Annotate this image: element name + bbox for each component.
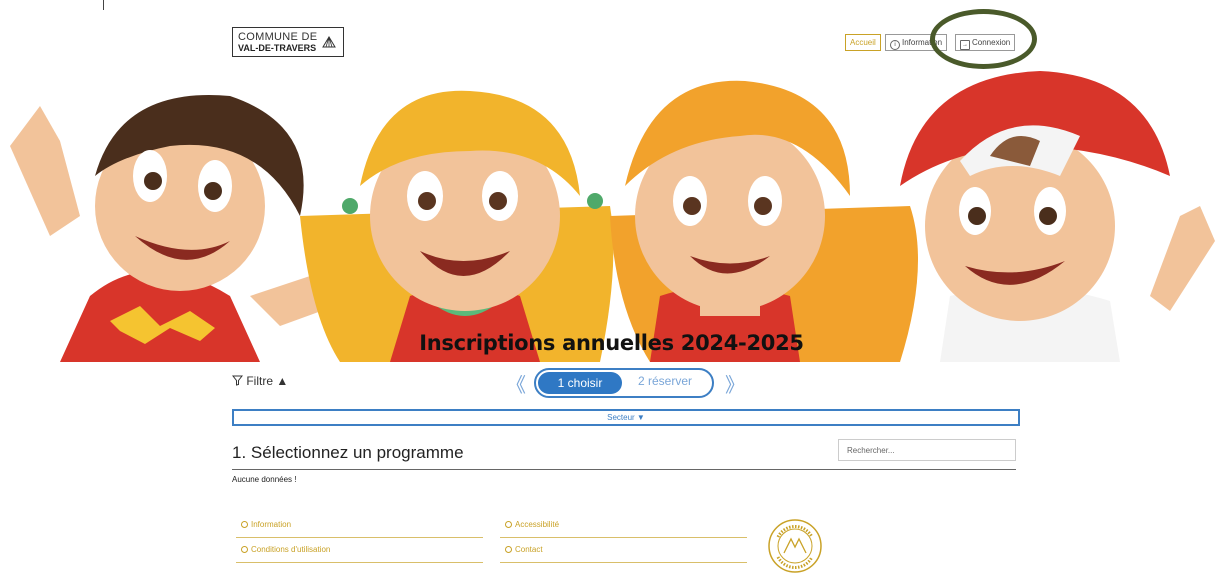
circle-arrow-icon (505, 521, 512, 528)
footer-divider (500, 537, 747, 538)
step-reserve[interactable]: 2 réserver (638, 374, 692, 388)
footer-link-contact[interactable]: Contact (505, 543, 543, 557)
footer-divider (500, 562, 747, 563)
footer-link-information[interactable]: Information (241, 518, 291, 532)
quality-label-badge (768, 519, 822, 573)
footer-terms-label: Conditions d'utilisation (251, 545, 331, 554)
search-input[interactable] (838, 439, 1016, 461)
footer-divider (236, 537, 483, 538)
commune-logo[interactable]: COMMUNE DE VAL-DE-TRAVERS (232, 27, 344, 57)
highlight-circle (930, 9, 1037, 69)
kids-illustration (10, 71, 1215, 362)
next-step-button[interactable]: 》 (725, 369, 745, 398)
circle-arrow-icon (505, 546, 512, 553)
section-divider (232, 469, 1016, 470)
footer-link-accessibility[interactable]: Accessibilité (505, 518, 559, 532)
filter-toggle[interactable]: Filtre ▲ (231, 374, 289, 388)
logo-line-1: COMMUNE DE (238, 31, 318, 43)
footer-divider (236, 562, 483, 563)
section-heading: 1. Sélectionnez un programme (232, 443, 464, 462)
empty-message: Aucune données ! (232, 475, 297, 484)
kid-1-illustration (10, 95, 335, 362)
page-title: Inscriptions annuelles 2024-2025 (419, 331, 804, 355)
kids-banner-image (0, 66, 1223, 362)
nav-home-button[interactable]: Accueil (845, 34, 881, 51)
footer-accessibility-label: Accessibilité (515, 520, 560, 529)
circle-arrow-icon (241, 546, 248, 553)
footer-contact-label: Contact (515, 545, 543, 554)
footer-link-terms[interactable]: Conditions d'utilisation (241, 543, 330, 557)
logo-line-2: VAL-DE-TRAVERS (238, 43, 317, 53)
footer-information-label: Information (251, 520, 292, 529)
circle-arrow-icon (241, 521, 248, 528)
shell-icon (322, 36, 336, 48)
kid-2-illustration (300, 90, 614, 362)
nav-home-label: Accueil (850, 38, 876, 47)
info-icon: i (890, 40, 900, 50)
corner-tick (103, 0, 104, 10)
kid-4-illustration (900, 71, 1215, 362)
kid-3-illustration (610, 80, 918, 362)
sector-dropdown[interactable]: Secteur ▼ (232, 409, 1020, 426)
filter-label: Filtre ▲ (246, 374, 289, 388)
filter-icon (231, 375, 244, 386)
step-choose[interactable]: 1 choisir (538, 372, 622, 394)
previous-step-button[interactable]: 《 (506, 369, 526, 398)
